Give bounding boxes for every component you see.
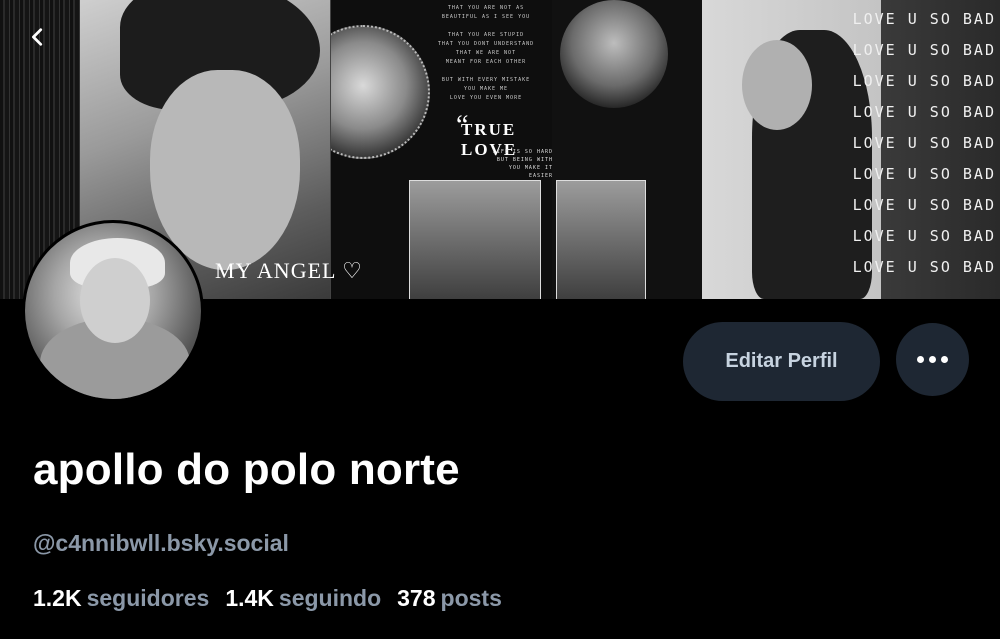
banner-love-text: LOVE U SO BAD LOVE U SO BAD LOVE U SO BAD L… xyxy=(853,4,996,283)
edit-profile-button[interactable]: Editar Perfil xyxy=(683,322,880,401)
posts-label: posts xyxy=(440,585,502,611)
avatar-image xyxy=(25,223,201,399)
banner-my-angel: MY ANGEL ♡ xyxy=(215,258,363,283)
following-link[interactable]: 1.4K seguindo xyxy=(225,585,381,612)
avatar[interactable] xyxy=(22,220,204,402)
banner-lyric-line: THAT WE ARE NOT xyxy=(455,50,517,56)
banner-love-line: LOVE U SO BAD xyxy=(852,165,996,183)
banner-lyric-line: BEAUTIFUL AS I SEE YOU xyxy=(441,14,531,20)
banner-collage-right xyxy=(552,0,702,299)
banner-right-photo: LOVE U SO BAD LOVE U SO BAD LOVE U SO BAD L… xyxy=(702,0,1000,299)
banner-love-line: LOVE U SO BAD xyxy=(852,41,996,59)
banner-singing-photo xyxy=(409,180,541,299)
banner-love-line: LOVE U SO BAD xyxy=(852,196,996,214)
banner-love-line: LOVE U SO BAD xyxy=(852,72,996,90)
chevron-left-icon xyxy=(32,28,43,46)
back-button[interactable] xyxy=(18,17,58,57)
ellipsis-icon xyxy=(917,356,924,363)
banner-life-text: LIFE IS SO HARD BUT BEING WITH YOU MAKE … xyxy=(492,149,553,179)
followers-link[interactable]: 1.2K seguidores xyxy=(33,585,209,612)
banner-lyrics: THAT YOU ARE NOT AS BEAUTIFUL AS I SEE YO… xyxy=(426,4,546,103)
posts-stat: 378 posts xyxy=(397,585,502,612)
profile-handle: @c4nnibwll.bsky.social xyxy=(33,530,289,556)
banner-lyric-line: YOU MAKE ME xyxy=(463,86,509,92)
followers-label: seguidores xyxy=(86,585,210,611)
banner-lyric-line: THAT YOU DONT UNDERSTAND xyxy=(437,41,535,47)
banner-lyric-line: THAT YOU ARE NOT AS xyxy=(447,5,525,11)
banner-lyric-line: THAT YOU ARE STUPID xyxy=(447,32,525,38)
banner-lyric-line xyxy=(426,67,546,76)
banner-lyric-line xyxy=(426,22,546,31)
banner-love-line: LOVE U SO BAD xyxy=(852,134,996,152)
more-options-button[interactable] xyxy=(896,323,969,396)
banner-love-line: LOVE U SO BAD xyxy=(852,10,996,28)
banner-collage-center: THAT YOU ARE NOT AS BEAUTIFUL AS I SEE YO… xyxy=(330,0,553,299)
posts-count: 378 xyxy=(397,585,436,611)
banner-lyric-line: BUT WITH EVERY MISTAKE xyxy=(441,77,531,83)
banner-stage-photo xyxy=(556,180,646,299)
following-label: seguindo xyxy=(278,585,382,611)
banner-love-line: LOVE U SO BAD xyxy=(852,227,996,245)
followers-count: 1.2K xyxy=(33,585,82,611)
banner-lyric-line: MEANT FOR EACH OTHER xyxy=(445,59,527,65)
banner-love-line: LOVE U SO BAD xyxy=(852,103,996,121)
profile-stats: 1.2K seguidores 1.4K seguindo 378 posts xyxy=(33,585,502,612)
banner-circle-photo xyxy=(331,25,430,159)
banner-lyric-line: LOVE YOU EVEN MORE xyxy=(449,95,523,101)
banner-love-line: LOVE U SO BAD xyxy=(852,258,996,276)
following-count: 1.4K xyxy=(225,585,274,611)
banner-round-photo xyxy=(560,0,668,108)
display-name: apollo do polo norte xyxy=(33,445,460,494)
